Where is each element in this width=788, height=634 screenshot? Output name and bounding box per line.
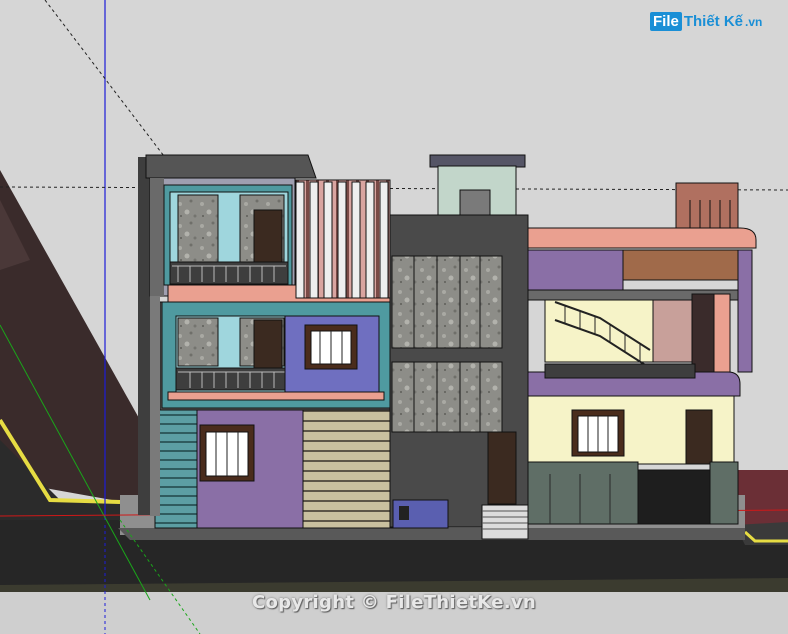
sketchup-viewport[interactable]: [0, 0, 788, 634]
middle-building-block: [389, 154, 529, 540]
logo-text: Thiết Kế: [683, 13, 744, 30]
left-building-block: [138, 154, 396, 529]
site-logo: File Thiết Kế .vn: [650, 12, 762, 31]
logo-suffix: .vn: [745, 14, 763, 29]
right-building-block: [527, 182, 757, 525]
copyright-watermark: Copyright © FileThietKe.vn: [251, 592, 537, 613]
logo-box: File: [650, 12, 682, 31]
